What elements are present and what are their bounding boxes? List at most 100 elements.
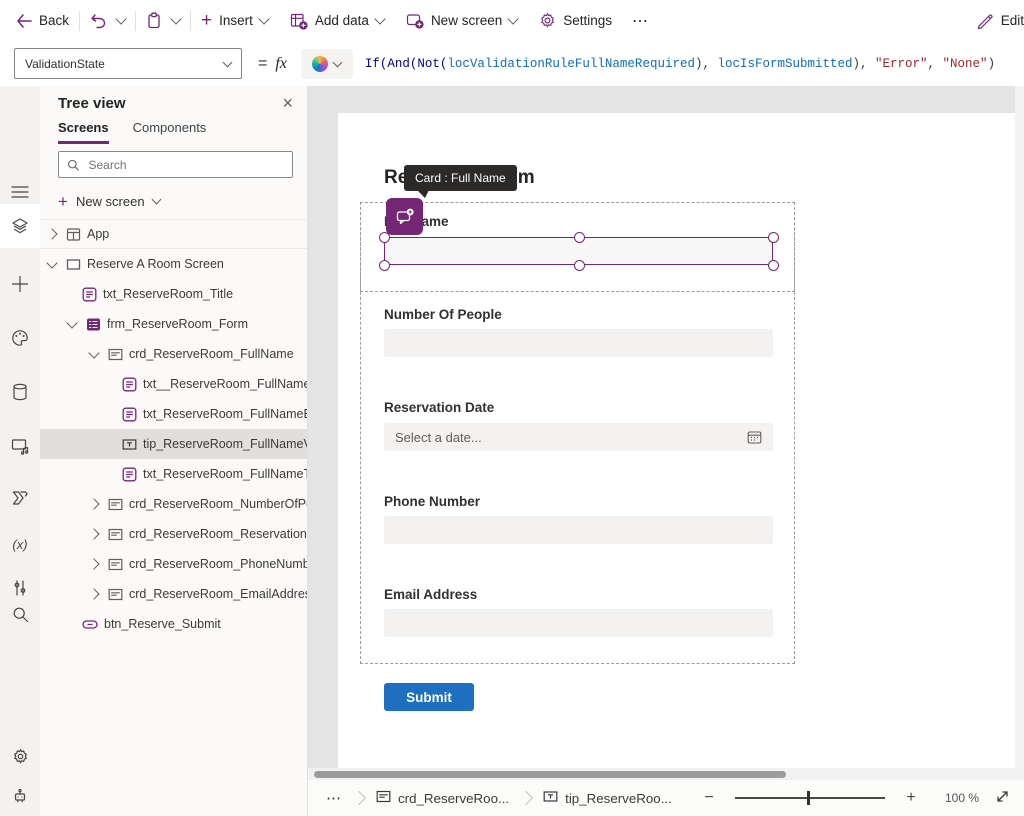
- undo-button[interactable]: [90, 5, 107, 37]
- new-screen-tree-button[interactable]: + New screen: [58, 188, 160, 214]
- paste-button[interactable]: [146, 5, 162, 37]
- theme-palette-icon[interactable]: [0, 320, 40, 356]
- data-icon[interactable]: [0, 374, 40, 410]
- close-icon[interactable]: ×: [282, 94, 293, 112]
- tree-item-card-fullname[interactable]: crd_ReserveRoom_FullName: [40, 339, 307, 369]
- chevron-right-icon[interactable]: [88, 558, 99, 569]
- back-button[interactable]: Back: [16, 5, 69, 37]
- scrollbar-thumb[interactable]: [314, 771, 786, 778]
- tree-item-txt-title[interactable]: txt_ReserveRoom_Title: [40, 279, 307, 309]
- chevron-right-icon[interactable]: [88, 588, 99, 599]
- formula-token: "None": [943, 57, 988, 71]
- tree-item-txt-fullname-title[interactable]: txt_ReserveRoom_FullNameTitle: [40, 459, 307, 489]
- card-icon: [108, 527, 123, 542]
- text-input-icon: [543, 789, 558, 807]
- selection-handle[interactable]: [768, 260, 779, 271]
- breadcrumb-more-button[interactable]: ⋯: [326, 789, 342, 807]
- chevron-down-icon[interactable]: [46, 257, 57, 268]
- vertical-scrollbar[interactable]: [1014, 86, 1024, 780]
- tree-item-card-numberofpeople[interactable]: crd_ReserveRoom_NumberOfPeople: [40, 489, 307, 519]
- zoom-slider[interactable]: [735, 797, 885, 799]
- add-comment-badge[interactable]: [386, 198, 423, 235]
- tree-item-form[interactable]: frm_ReserveRoom_Form: [40, 309, 307, 339]
- tree-item-card-reservationdate[interactable]: crd_ReserveRoom_ReservationDate: [40, 519, 307, 549]
- insert-plus-icon[interactable]: [0, 266, 40, 302]
- selection-handle[interactable]: [574, 260, 585, 271]
- tree-item-txt-error[interactable]: txt_ReserveRoom_FullNameErrorI: [40, 399, 307, 429]
- tree-view-panel: Tree view × Screens Components + New scr…: [40, 86, 308, 816]
- chevron-down-icon[interactable]: [88, 347, 99, 358]
- formula-input[interactable]: If(And(Not(locValidationRuleFullNameRequ…: [365, 57, 995, 71]
- tree-item-label: tip_ReserveRoom_FullNameValue: [143, 437, 307, 451]
- edit-button[interactable]: Edit: [976, 5, 1024, 37]
- submit-button[interactable]: Submit: [384, 683, 474, 711]
- tree-view-icon[interactable]: [0, 204, 40, 248]
- tree-item-label: crd_ReserveRoom_EmailAddress: [129, 587, 307, 601]
- search-icon[interactable]: [0, 596, 40, 632]
- search-input[interactable]: [86, 157, 284, 173]
- breadcrumb-textinput[interactable]: tip_ReserveRoo...: [543, 789, 672, 807]
- selection-handle[interactable]: [574, 232, 585, 243]
- chevron-right-icon[interactable]: [46, 228, 57, 239]
- phonenumber-input[interactable]: [384, 516, 773, 544]
- media-icon[interactable]: [0, 428, 40, 464]
- breadcrumb-card[interactable]: crd_ReserveRoo...: [376, 789, 509, 807]
- fit-to-window-icon[interactable]: [995, 789, 1010, 807]
- selection-tooltip: Card : Full Name: [404, 165, 517, 191]
- chevron-down-icon[interactable]: [66, 317, 77, 328]
- screen-icon: [66, 257, 81, 272]
- insert-label: Insert: [219, 13, 253, 28]
- tree-item-card-emailaddress[interactable]: crd_ReserveRoom_EmailAddress: [40, 579, 307, 609]
- tree-item-submit-button[interactable]: btn_Reserve_Submit: [40, 609, 307, 639]
- tree-item-txt-required[interactable]: txt__ReserveRoom_FullNameRequ: [40, 369, 307, 399]
- breadcrumb-separator-icon: [352, 791, 366, 805]
- power-automate-icon[interactable]: [0, 480, 40, 516]
- add-data-icon: [290, 12, 308, 30]
- chevron-right-icon[interactable]: [88, 498, 99, 509]
- new-screen-button[interactable]: New screen: [406, 5, 517, 37]
- paste-icon: [146, 12, 162, 29]
- new-screen-label: New screen: [431, 13, 502, 28]
- settings-gear-icon[interactable]: [0, 738, 40, 774]
- add-data-button[interactable]: Add data: [290, 5, 384, 37]
- copilot-formula-button[interactable]: [301, 49, 353, 79]
- edit-label: Edit: [1001, 13, 1024, 28]
- back-label: Back: [39, 13, 69, 28]
- insert-button[interactable]: + Insert: [201, 5, 268, 37]
- zoom-slider-thumb[interactable]: [807, 791, 810, 805]
- property-selector[interactable]: ValidationState: [14, 48, 242, 79]
- selection-handle[interactable]: [379, 260, 390, 271]
- variables-icon[interactable]: (x): [0, 526, 40, 562]
- zoom-out-icon[interactable]: −: [697, 789, 721, 807]
- tree-item-app[interactable]: App: [40, 219, 307, 249]
- text-input-icon: [122, 437, 137, 452]
- emailaddress-input[interactable]: [384, 609, 773, 637]
- paste-dropdown-button[interactable]: [172, 5, 180, 37]
- plus-icon: +: [58, 193, 68, 210]
- undo-dropdown-button[interactable]: [117, 5, 125, 37]
- tab-components[interactable]: Components: [133, 120, 207, 144]
- agent-robot-icon[interactable]: [0, 778, 40, 814]
- tab-screens[interactable]: Screens: [58, 120, 109, 144]
- selection-handle[interactable]: [768, 232, 779, 243]
- tree-item-screen[interactable]: Reserve A Room Screen: [40, 249, 307, 279]
- tree-item-label: crd_ReserveRoom_FullName: [129, 347, 294, 361]
- text-label-icon: [122, 377, 137, 392]
- settings-button[interactable]: Settings: [539, 5, 612, 37]
- chevron-right-icon[interactable]: [88, 528, 99, 539]
- horizontal-scrollbar[interactable]: [308, 768, 1024, 780]
- tree-view-tabs: Screens Components: [40, 112, 307, 144]
- edit-pencil-icon: [976, 12, 993, 29]
- settings-label: Settings: [563, 13, 612, 28]
- fx-label: fx: [275, 55, 287, 73]
- more-commands-button[interactable]: ⋯: [632, 5, 649, 37]
- tree-item-card-phonenumber[interactable]: crd_ReserveRoom_PhoneNumber: [40, 549, 307, 579]
- app-artboard[interactable]: Reserve A Room Card : Full Name Full Nam…: [338, 113, 1015, 768]
- calendar-icon[interactable]: [747, 430, 762, 445]
- divider: [135, 11, 136, 31]
- zoom-in-icon[interactable]: +: [899, 789, 923, 807]
- reservationdate-input[interactable]: Select a date...: [384, 423, 773, 451]
- chevron-down-icon: [508, 13, 519, 24]
- numberofpeople-input[interactable]: [384, 329, 773, 357]
- tree-item-tip-value[interactable]: tip_ReserveRoom_FullNameValue: [40, 429, 307, 459]
